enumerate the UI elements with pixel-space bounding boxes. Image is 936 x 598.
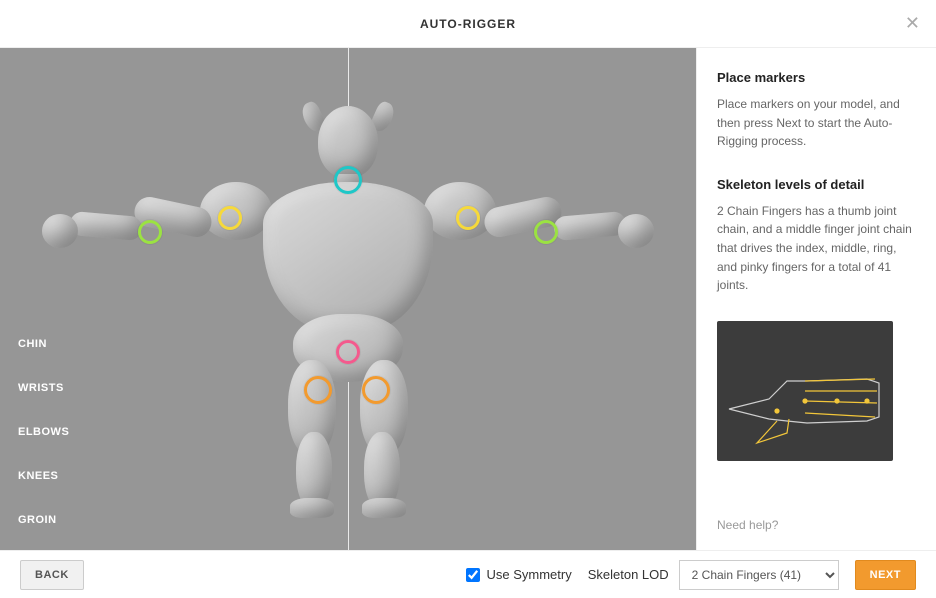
- skeleton-lod-control: Skeleton LOD 2 Chain Fingers (41): [588, 560, 839, 590]
- use-symmetry-toggle[interactable]: Use Symmetry: [466, 567, 571, 582]
- place-markers-heading: Place markers: [717, 70, 916, 85]
- marker-knee-left[interactable]: [304, 376, 332, 404]
- marker-groin[interactable]: [336, 340, 360, 364]
- label-knees: KNEES: [18, 470, 69, 482]
- viewport-3d[interactable]: CHIN WRISTS ELBOWS KNEES GROIN: [0, 48, 696, 550]
- lod-preview-image: [717, 321, 893, 461]
- label-groin: GROIN: [18, 514, 69, 526]
- label-chin: CHIN: [18, 338, 69, 350]
- side-panel: Place markers Place markers on your mode…: [696, 48, 936, 550]
- character-silhouette: [108, 84, 588, 514]
- label-elbows: ELBOWS: [18, 426, 69, 438]
- marker-wrist-left[interactable]: [138, 220, 162, 244]
- use-symmetry-label: Use Symmetry: [486, 567, 571, 582]
- footer: BACK Use Symmetry Skeleton LOD 2 Chain F…: [0, 550, 936, 598]
- skeleton-lod-heading: Skeleton levels of detail: [717, 177, 916, 192]
- marker-knee-right[interactable]: [362, 376, 390, 404]
- marker-chin[interactable]: [334, 166, 362, 194]
- marker-wrist-right[interactable]: [534, 220, 558, 244]
- label-wrists: WRISTS: [18, 382, 69, 394]
- marker-elbow-right[interactable]: [456, 206, 480, 230]
- next-button[interactable]: NEXT: [855, 560, 916, 590]
- marker-label-list: CHIN WRISTS ELBOWS KNEES GROIN: [18, 338, 69, 526]
- close-icon[interactable]: ✕: [905, 14, 920, 32]
- back-button[interactable]: BACK: [20, 560, 84, 590]
- body: CHIN WRISTS ELBOWS KNEES GROIN Place mar…: [0, 48, 936, 550]
- marker-elbow-left[interactable]: [218, 206, 242, 230]
- help-link[interactable]: Need help?: [717, 518, 916, 532]
- skeleton-lod-select[interactable]: 2 Chain Fingers (41): [679, 560, 839, 590]
- page-title: AUTO-RIGGER: [420, 17, 516, 31]
- use-symmetry-checkbox[interactable]: [466, 568, 480, 582]
- skeleton-lod-text: 2 Chain Fingers has a thumb joint chain,…: [717, 202, 916, 295]
- header: AUTO-RIGGER ✕: [0, 0, 936, 48]
- place-markers-text: Place markers on your model, and then pr…: [717, 95, 916, 151]
- skeleton-lod-label: Skeleton LOD: [588, 567, 669, 582]
